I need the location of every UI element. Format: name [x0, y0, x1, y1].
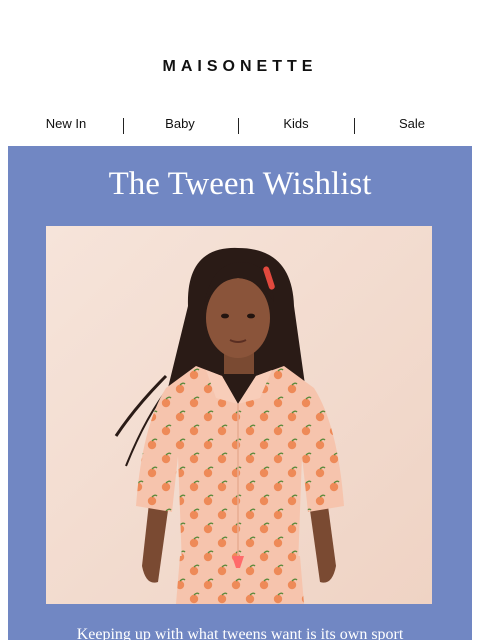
hero-product-photo[interactable] [46, 226, 432, 604]
nav-divider [238, 118, 239, 134]
nav-item-kids[interactable]: Kids [283, 116, 308, 131]
hero-banner: The Tween Wishlist Keeping up with what … [8, 146, 472, 643]
hero-blurb: Keeping up with what tweens want is its … [76, 626, 404, 643]
nav-divider [354, 118, 355, 134]
main-nav: New In Baby Kids Sale [0, 116, 480, 136]
hero-title: The Tween Wishlist [108, 166, 372, 202]
nav-divider [123, 118, 124, 134]
nav-item-new-in[interactable]: New In [46, 116, 86, 131]
nav-item-baby[interactable]: Baby [165, 116, 195, 131]
brand-logo[interactable]: MAISONETTE [0, 58, 480, 76]
nav-item-sale[interactable]: Sale [399, 116, 425, 131]
girl-in-peach-pajamas-image [46, 226, 432, 604]
